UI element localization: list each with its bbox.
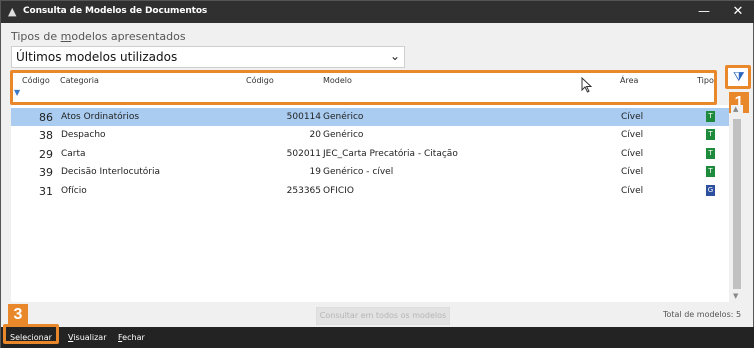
tipo-text-icon: T xyxy=(706,148,715,159)
cell-categoria: Despacho xyxy=(61,130,106,140)
cell-codigo-categoria: 31 xyxy=(39,185,53,198)
cell-modelo: JEC_Carta Precatória - Citação xyxy=(323,149,458,159)
cell-area: Cível xyxy=(621,130,644,140)
col-tipo[interactable]: Tipo xyxy=(697,76,714,85)
cell-codigo-categoria: 29 xyxy=(39,148,53,161)
column-filter-header[interactable]: Código Categoria Código Modelo Área Tipo… xyxy=(10,70,717,105)
types-select-value: Últimos modelos utilizados xyxy=(16,50,178,64)
total-models-label: Total de modelos: 5 xyxy=(663,310,742,319)
col-codigo-modelo[interactable]: Código xyxy=(246,76,274,85)
scroll-up-icon[interactable]: ▲ xyxy=(733,105,738,113)
filter-toggle-button[interactable]: ⧩ xyxy=(725,65,751,89)
cell-codigo-categoria: 39 xyxy=(39,166,53,179)
cell-area: Cível xyxy=(621,167,644,177)
vertical-scrollbar[interactable]: ▲ ▼ xyxy=(731,105,743,302)
types-select[interactable]: Últimos modelos utilizados ⌄ xyxy=(11,46,405,68)
cell-modelo: Genérico xyxy=(323,112,364,122)
cell-modelo: Genérico xyxy=(323,130,364,140)
table-row[interactable]: 39 Decisão Interlocutória 19 Genérico - … xyxy=(11,163,729,181)
titlebar: ▲ Consulta de Modelos de Documentos — ✕ xyxy=(1,1,754,23)
types-label: Tipos de modelos apresentados xyxy=(11,30,186,43)
cell-codigo-modelo: 502011 xyxy=(286,149,321,159)
tipo-generic-icon: G xyxy=(706,185,715,196)
cell-categoria: Decisão Interlocutória xyxy=(61,167,161,177)
tipo-text-icon: T xyxy=(706,111,715,122)
view-button[interactable]: Visualizar xyxy=(68,333,107,342)
window-title: Consulta de Modelos de Documentos xyxy=(23,6,208,16)
cell-codigo-modelo: 19 xyxy=(309,167,321,177)
table-row[interactable]: 38 Despacho 20 Genérico Cível T xyxy=(11,126,729,144)
cell-categoria: Ofício xyxy=(61,186,87,196)
cell-codigo-categoria: 86 xyxy=(39,111,53,124)
models-grid: 86 Atos Ordinatórios 500114 Genérico Cív… xyxy=(11,105,729,302)
consult-all-models-button[interactable]: Consultar em todos os modelos xyxy=(316,307,450,325)
col-area[interactable]: Área xyxy=(620,76,638,85)
app-icon: ▲ xyxy=(8,5,17,18)
filter-row-icon[interactable]: ▼ xyxy=(14,88,23,97)
tipo-text-icon: T xyxy=(706,166,715,177)
col-codigo-categoria[interactable]: Código xyxy=(22,76,50,85)
scrollbar-thumb[interactable] xyxy=(733,119,741,289)
close-dialog-button[interactable]: Fechar xyxy=(118,333,145,342)
footer-bar: Selecionar Visualizar Fechar xyxy=(1,327,754,348)
cell-codigo-modelo: 20 xyxy=(309,130,321,140)
cell-modelo: OFICIO xyxy=(323,186,354,196)
table-row[interactable]: 86 Atos Ordinatórios 500114 Genérico Cív… xyxy=(11,108,729,126)
tipo-text-icon: T xyxy=(706,129,715,140)
cell-categoria: Carta xyxy=(61,149,86,159)
col-modelo[interactable]: Modelo xyxy=(323,76,352,85)
scroll-down-icon[interactable]: ▼ xyxy=(733,292,738,300)
cell-codigo-categoria: 38 xyxy=(39,129,53,142)
minimize-button[interactable]: — xyxy=(687,1,721,23)
window: ▲ Consulta de Modelos de Documentos — ✕ … xyxy=(0,0,754,348)
filter-funnel-icon: ⧩ xyxy=(733,70,745,85)
cell-codigo-modelo: 500114 xyxy=(286,112,321,122)
table-row[interactable]: 29 Carta 502011 JEC_Carta Precatória - C… xyxy=(11,145,729,163)
close-button[interactable]: ✕ xyxy=(723,1,753,23)
cell-categoria: Atos Ordinatórios xyxy=(61,112,140,122)
chevron-down-icon: ⌄ xyxy=(389,49,400,63)
mouse-cursor-icon xyxy=(581,77,593,93)
cell-modelo: Genérico - cível xyxy=(323,167,394,177)
cell-area: Cível xyxy=(621,112,644,122)
callout-badge-3: 3 xyxy=(8,304,28,325)
cell-codigo-modelo: 253365 xyxy=(286,186,321,196)
cell-area: Cível xyxy=(621,186,644,196)
col-categoria[interactable]: Categoria xyxy=(60,76,99,85)
cell-area: Cível xyxy=(621,149,644,159)
table-row[interactable]: 31 Ofício 253365 OFICIO Cível G xyxy=(11,182,729,200)
select-button-highlight xyxy=(3,324,59,344)
